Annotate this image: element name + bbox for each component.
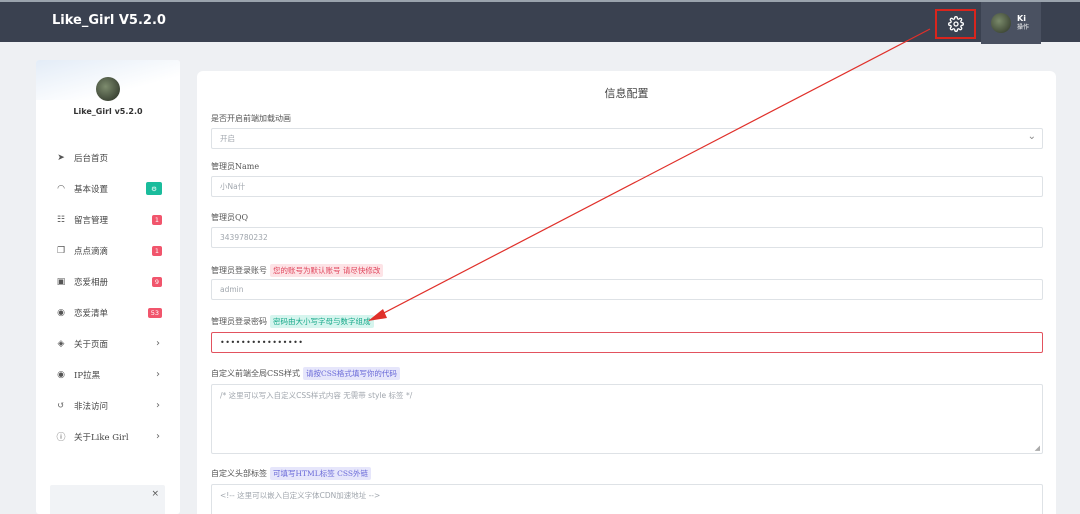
settings-button[interactable] <box>935 9 976 39</box>
input-value: •••••••••••••••• <box>220 338 304 347</box>
sidebar-item-label: 恋爱相册 <box>74 277 109 288</box>
chevron-right-icon: › <box>156 431 160 442</box>
sidebar-promo-card: × <box>50 485 165 514</box>
sidebar-item-about-page[interactable]: ◈ 关于页面 › <box>36 328 180 359</box>
admin-qq-input[interactable]: 3439780232 <box>211 227 1043 248</box>
chevron-right-icon: › <box>156 400 160 411</box>
chevron-right-icon: › <box>156 369 160 380</box>
location-icon: ◉ <box>57 307 65 318</box>
custom-head-textarea[interactable]: <!-- 这里可以嵌入自定义字体CDN加速地址 --> <box>211 484 1043 514</box>
sidebar: Like_Girl v5.2.0 ➤ 后台首页 ◠ 基本设置 ⚙ ☷ 留言管理 … <box>36 60 180 514</box>
top-navbar: Like_Girl V5.2.0 Ki 操作 <box>0 0 1080 44</box>
custom-css-textarea[interactable]: /* 这里可以写入自定义CSS样式内容 无需带 style 标签 */ ◢ <box>211 384 1043 454</box>
sidebar-item-moments[interactable]: ❐ 点点滴滴 1 <box>36 235 180 266</box>
animation-label: 是否开启前端加载动画 <box>211 113 291 124</box>
label-text: 是否开启前端加载动画 <box>211 114 291 123</box>
count-badge: 1 <box>151 245 162 256</box>
sidebar-item-about-like-girl[interactable]: ⓘ 关于Like Girl › <box>36 421 180 452</box>
custom-head-label: 自定义头部标签 可填写HTML标签 CSS外链 <box>211 467 371 480</box>
admin-name-input[interactable]: 小Na什 <box>211 176 1043 197</box>
admin-password-input[interactable]: •••••••••••••••• <box>211 332 1043 353</box>
page-title: 信息配置 <box>604 87 649 100</box>
user-name: Ki <box>1017 14 1026 23</box>
label-text: 管理员QQ <box>211 213 249 222</box>
avatar <box>991 13 1011 33</box>
sidebar-item-label: 关于Like Girl <box>74 432 129 443</box>
sidebar-avatar <box>96 77 120 101</box>
warning-tag: 您的账号为默认账号 请尽快修改 <box>270 264 384 277</box>
album-icon: ▣ <box>56 276 66 287</box>
count-badge: 1 <box>151 214 162 225</box>
tag-icon: ◈ <box>57 338 65 349</box>
input-value: admin <box>220 285 244 294</box>
close-icon[interactable]: × <box>151 489 159 499</box>
textarea-placeholder: /* 这里可以写入自定义CSS样式内容 无需带 style 标签 */ <box>220 391 413 400</box>
admin-qq-label: 管理员QQ <box>211 212 248 223</box>
label-text: 自定义头部标签 <box>211 469 267 478</box>
sidebar-item-dashboard[interactable]: ➤ 后台首页 <box>36 142 180 173</box>
count-badge: 53 <box>147 307 162 318</box>
label-text: 自定义前端全局CSS样式 <box>211 369 300 378</box>
location-icon: ◉ <box>57 369 65 380</box>
hint-tag: 密码由大小写字母与数字组成 <box>270 315 374 328</box>
input-value: 3439780232 <box>220 233 268 242</box>
info-icon: ⓘ <box>56 433 66 443</box>
sidebar-menu: ➤ 后台首页 ◠ 基本设置 ⚙ ☷ 留言管理 1 ❐ 点点滴滴 1 ▣ 恋爱相册… <box>36 142 180 452</box>
input-value: 小Na什 <box>220 182 246 191</box>
resize-handle-icon[interactable]: ◢ <box>1035 444 1040 452</box>
admin-name-label: 管理员Name <box>211 161 259 172</box>
admin-account-input[interactable]: admin <box>211 279 1043 300</box>
label-text: 管理员登录密码 <box>211 317 267 326</box>
sidebar-item-label: 关于页面 <box>74 339 109 350</box>
sidebar-item-label: 基本设置 <box>74 184 109 195</box>
list-icon: ☷ <box>56 214 66 225</box>
sidebar-item-label: 点点滴滴 <box>74 246 109 257</box>
send-icon: ➤ <box>57 152 65 163</box>
sidebar-item-label: 留言管理 <box>74 215 109 226</box>
sidebar-title: Like_Girl v5.2.0 <box>73 107 143 116</box>
sidebar-item-basic-settings[interactable]: ◠ 基本设置 ⚙ <box>36 173 180 204</box>
settings-badge-icon: ⚙ <box>146 182 162 195</box>
app-title[interactable]: Like_Girl V5.2.0 <box>52 13 166 28</box>
animation-select[interactable]: 开启 <box>211 128 1043 149</box>
speedometer-icon: ◠ <box>57 183 65 194</box>
sidebar-item-love-list[interactable]: ◉ 恋爱清单 53 <box>36 297 180 328</box>
hint-tag: 可填写HTML标签 CSS外链 <box>270 467 371 480</box>
hint-tag: 请按CSS格式填写你的代码 <box>302 367 400 380</box>
gear-icon <box>947 16 964 32</box>
sidebar-item-ip-block[interactable]: ◉ IP拉黑 › <box>36 359 180 390</box>
main-card: 信息配置 是否开启前端加载动画 开启 管理员Name 小Na什 管理员QQ 34… <box>197 71 1056 514</box>
user-menu[interactable]: Ki 操作 <box>981 2 1041 44</box>
copy-icon: ❐ <box>56 245 66 256</box>
sidebar-item-label: IP拉黑 <box>74 370 101 381</box>
textarea-placeholder: <!-- 这里可以嵌入自定义字体CDN加速地址 --> <box>220 491 381 500</box>
admin-password-label: 管理员登录密码 密码由大小写字母与数字组成 <box>211 315 374 328</box>
count-badge: 9 <box>151 276 162 287</box>
admin-account-label: 管理员登录账号 您的账号为默认账号 请尽快修改 <box>211 264 384 277</box>
label-text: 管理员登录账号 <box>211 266 267 275</box>
select-value: 开启 <box>220 134 235 143</box>
sidebar-item-illegal-access[interactable]: ↺ 非法访问 › <box>36 390 180 421</box>
custom-css-label: 自定义前端全局CSS样式 请按CSS格式填写你的代码 <box>211 367 400 380</box>
history-icon: ↺ <box>57 400 65 411</box>
chevron-right-icon: › <box>156 338 160 349</box>
sidebar-item-messages[interactable]: ☷ 留言管理 1 <box>36 204 180 235</box>
sidebar-item-label: 恋爱清单 <box>74 308 109 319</box>
sidebar-item-album[interactable]: ▣ 恋爱相册 9 <box>36 266 180 297</box>
label-text: 管理员Name <box>211 162 260 171</box>
sidebar-item-label: 非法访问 <box>74 401 109 412</box>
sidebar-item-label: 后台首页 <box>74 153 109 164</box>
user-role: 操作 <box>1017 24 1030 31</box>
